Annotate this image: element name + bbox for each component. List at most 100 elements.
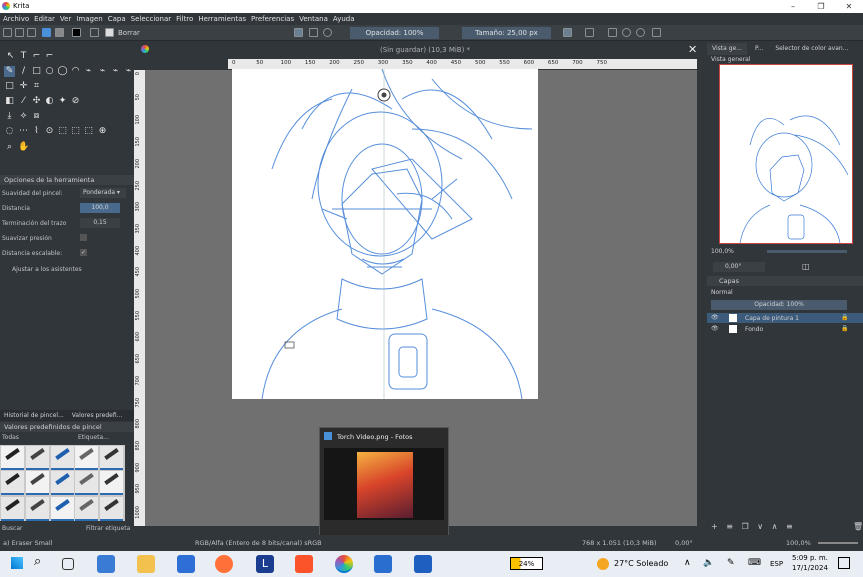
layer-row[interactable]: 👁 Capa de pintura 1 🔒 bbox=[707, 313, 863, 323]
task-view-icon[interactable] bbox=[62, 558, 74, 570]
ellipse-select-icon[interactable]: ◌ bbox=[4, 126, 15, 137]
magnetic-select-icon[interactable]: ⬚ bbox=[83, 126, 94, 137]
save-icon[interactable] bbox=[27, 28, 36, 37]
menu-5[interactable]: Seleccionar bbox=[131, 15, 172, 23]
l-app-icon[interactable]: L bbox=[256, 555, 274, 573]
brush-preset-tile[interactable] bbox=[1, 471, 24, 496]
photos-taskbar-icon[interactable] bbox=[374, 555, 392, 573]
mirror-view-icon[interactable]: ◫ bbox=[802, 262, 810, 271]
pen-icon[interactable]: ✎ bbox=[727, 558, 735, 568]
tag-select[interactable]: Etiqueta... bbox=[78, 434, 109, 441]
edit-shape-icon[interactable]: ⌐ bbox=[31, 51, 42, 62]
minimize-button[interactable]: – bbox=[779, 0, 807, 13]
workspace-icon[interactable] bbox=[652, 28, 661, 37]
menu-8[interactable]: Preferencias bbox=[251, 15, 294, 23]
smooth-pressure-checkbox[interactable] bbox=[80, 234, 87, 241]
stroke-end-spinbox[interactable]: 0,15 bbox=[80, 218, 120, 228]
calligraphy-icon[interactable]: ⌐ bbox=[44, 51, 55, 62]
text-icon[interactable]: T bbox=[18, 51, 29, 62]
brush-preset-tile[interactable] bbox=[50, 496, 74, 521]
gradient-tool-icon[interactable]: ◧ bbox=[4, 96, 15, 107]
brush-preset-tile[interactable] bbox=[75, 496, 99, 521]
notifications-icon[interactable] bbox=[838, 557, 850, 569]
blend-mode-select[interactable]: Normal bbox=[711, 289, 733, 296]
brush-preset-tile[interactable] bbox=[100, 471, 124, 496]
battery-indicator[interactable]: 24% bbox=[510, 557, 543, 570]
open-document-icon[interactable] bbox=[15, 28, 24, 37]
menu-0[interactable]: Archivo bbox=[3, 15, 29, 23]
pattern-icon[interactable] bbox=[55, 28, 64, 37]
mirror-vertical-icon[interactable] bbox=[608, 28, 617, 37]
polyline-icon[interactable]: ◠ bbox=[70, 66, 81, 77]
smart-patch-icon[interactable]: ✣ bbox=[31, 96, 42, 107]
layer-opacity-slider[interactable]: Opacidad: 100% bbox=[711, 300, 847, 310]
hand-icon[interactable]: ✋ bbox=[18, 142, 29, 153]
crop-icon[interactable]: □ bbox=[4, 81, 15, 92]
pan-icon[interactable]: ⌕ bbox=[4, 142, 15, 153]
keyboard-icon[interactable]: ⌨ bbox=[748, 558, 761, 568]
brush-preset-tile[interactable] bbox=[25, 446, 49, 470]
opacity-slider[interactable]: Opacidad: 100% bbox=[350, 27, 439, 39]
brush-preset-tile[interactable] bbox=[50, 446, 74, 470]
redo-icon[interactable] bbox=[636, 28, 645, 37]
windows-start-icon[interactable] bbox=[11, 557, 23, 569]
presets-filter[interactable]: Todas bbox=[2, 434, 19, 441]
clock-time[interactable]: 5:09 p. m. bbox=[792, 554, 828, 562]
dynamic-brush-icon[interactable]: ⌁ bbox=[110, 66, 121, 77]
taskbar-preview-popup[interactable]: Torch Video.png - Fotos bbox=[319, 427, 449, 537]
new-document-icon[interactable] bbox=[3, 28, 12, 37]
alpha-lock-icon[interactable] bbox=[309, 28, 318, 37]
maximize-button[interactable]: ❐ bbox=[807, 0, 835, 13]
freehand-select-icon[interactable]: ⌇ bbox=[31, 126, 42, 137]
menu-3[interactable]: Imagen bbox=[76, 15, 102, 23]
search-icon[interactable]: ⌕ bbox=[34, 554, 41, 569]
menu-1[interactable]: Editar bbox=[34, 15, 55, 23]
tray-chevron-icon[interactable]: ∧ bbox=[684, 558, 691, 568]
brush-preset-tile[interactable] bbox=[1, 446, 24, 470]
similar-select-icon[interactable]: ⬚ bbox=[57, 126, 68, 137]
tab-presets[interactable]: Valores predefi... bbox=[68, 410, 127, 421]
lock-icon[interactable]: 🔒 bbox=[841, 314, 848, 321]
menu-6[interactable]: Filtro bbox=[176, 15, 193, 23]
word-icon[interactable] bbox=[414, 555, 432, 573]
bezier-icon[interactable]: ⌁ bbox=[83, 66, 94, 77]
canvas-paper[interactable] bbox=[232, 69, 538, 399]
polygon-icon[interactable]: ◯ bbox=[57, 66, 68, 77]
clock-date[interactable]: 17/1/2024 bbox=[792, 564, 828, 572]
language-indicator[interactable]: ESP bbox=[770, 560, 783, 568]
color-picker-icon[interactable]: ⁄ bbox=[18, 96, 29, 107]
blend-mode-icon[interactable] bbox=[294, 28, 303, 37]
tab-brush-history[interactable]: Historial de pincel... bbox=[0, 410, 68, 421]
brush-preset-tile[interactable] bbox=[25, 471, 49, 496]
gradient-icon[interactable] bbox=[42, 28, 51, 37]
layer-row[interactable]: 👁 Fondo 🔒 bbox=[707, 324, 863, 334]
brush-preset-tile[interactable] bbox=[50, 471, 74, 496]
visibility-icon[interactable]: 👁 bbox=[711, 314, 719, 321]
menu-9[interactable]: Ventana bbox=[299, 15, 328, 23]
zoom-slider[interactable] bbox=[767, 250, 847, 253]
overview-thumbnail[interactable] bbox=[719, 64, 853, 244]
multibrush-icon[interactable]: ⌁ bbox=[123, 66, 134, 77]
contiguous-select-icon[interactable]: ⊙ bbox=[44, 126, 55, 137]
brush-preset-tile[interactable] bbox=[100, 496, 124, 521]
krita-taskbar-icon[interactable] bbox=[335, 555, 353, 573]
visibility-icon[interactable]: 👁 bbox=[711, 325, 719, 332]
lock-icon[interactable]: 🔒 bbox=[841, 325, 848, 332]
tab-p[interactable]: P... bbox=[747, 43, 771, 55]
file-explorer-icon[interactable] bbox=[137, 555, 155, 573]
wrap-mode-icon[interactable] bbox=[563, 28, 572, 37]
windows-tile-icon[interactable] bbox=[97, 555, 115, 573]
delete-layer-icon[interactable]: 🗑 bbox=[853, 522, 863, 531]
scalable-distance-checkbox[interactable]: ✓ bbox=[80, 249, 87, 256]
volume-icon[interactable]: 🔈 bbox=[703, 558, 714, 568]
assistant-icon[interactable]: ⊘ bbox=[70, 96, 81, 107]
freehand-brush-icon[interactable]: ✎ bbox=[4, 66, 15, 77]
brush-preset-tile[interactable] bbox=[100, 446, 124, 470]
brush-preset-tile[interactable] bbox=[1, 496, 24, 521]
edit-brush-icon[interactable] bbox=[90, 28, 99, 37]
brush-preset-tile[interactable] bbox=[75, 446, 99, 470]
freehand-path-icon[interactable]: ⌁ bbox=[97, 66, 108, 77]
mirror-horizontal-icon[interactable] bbox=[585, 28, 594, 37]
preset-search[interactable]: Buscar bbox=[2, 525, 23, 532]
close-window-button[interactable]: ✕ bbox=[835, 0, 863, 13]
